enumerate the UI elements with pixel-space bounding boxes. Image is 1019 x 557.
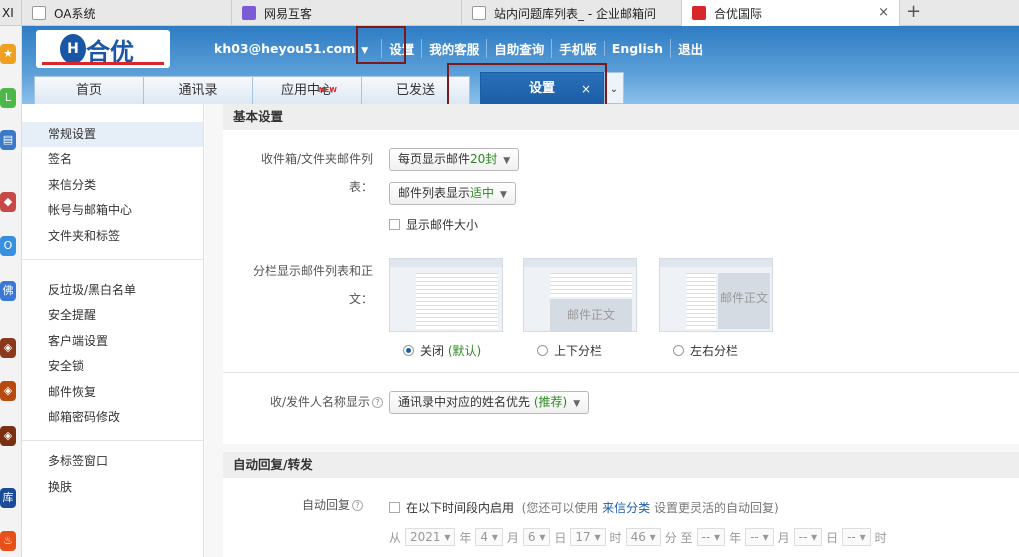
show-size-checkbox[interactable]: 显示邮件大小 <box>389 216 478 233</box>
game-icon[interactable]: ◈ <box>0 338 16 358</box>
nav-logout[interactable]: 退出 <box>670 38 710 58</box>
document-icon[interactable]: ▤ <box>0 130 16 150</box>
settings-sidebar: 常规设置 签名 来信分类 帐号与邮箱中心 文件夹和标签 反垃圾/黑白名单 安全提… <box>22 104 204 557</box>
left-app-strip: ★ L ▤ ◆ O 佛 ◈ ◈ ◈ 库 ♨ <box>0 26 22 557</box>
logo: H 合优 <box>36 30 170 68</box>
new-tab-button[interactable]: + <box>906 1 921 22</box>
sender-label: 收/发件人名称显示? <box>223 389 383 415</box>
auto-reply-time-range: 从 2021 ▾ 年 4 ▾ 月 6 ▾ 日 17 ▾ 时 46 ▾ 分 至 -- ▾ 年 … <box>389 528 887 546</box>
auto-reply-label: 自动回复? <box>223 492 363 518</box>
game-icon[interactable]: ◈ <box>0 381 16 401</box>
sidebar-group: 多标签窗口 换肤 <box>22 441 203 510</box>
sidebar-item-accounts[interactable]: 帐号与邮箱中心 <box>22 198 203 223</box>
browser-tab-heyou[interactable]: 合优国际 × <box>682 0 900 26</box>
chevron-down-icon: ▼ <box>573 399 581 409</box>
page-icon <box>472 6 486 20</box>
sidebar-item-skin[interactable]: 换肤 <box>22 475 203 500</box>
basic-settings-panel: 基本设置 收件箱/文件夹邮件列 表： 每页显示邮件20封 ▼ 邮件列表显示适中 ▼ … <box>223 104 1019 444</box>
split-label: 分栏显示邮件列表和正 <box>252 264 373 278</box>
start-year-select[interactable]: 2021 ▾ <box>405 528 456 546</box>
split-horizontal-radio[interactable]: 左右分栏 <box>673 342 738 359</box>
sidebar-item-general[interactable]: 常规设置 <box>22 122 203 148</box>
start-hour-select[interactable]: 17 ▾ <box>570 528 606 546</box>
split-label: 文： <box>348 292 373 306</box>
tab-apps[interactable]: 应用中心 NEW <box>252 76 361 104</box>
nav-english[interactable]: English <box>603 40 670 56</box>
help-icon[interactable]: ? <box>372 397 383 408</box>
mail-rules-link[interactable]: 来信分类 <box>602 499 650 516</box>
sidebar-item-mail-rules[interactable]: 来信分类 <box>22 173 203 198</box>
preview-no-split[interactable] <box>389 258 503 332</box>
split-off-radio[interactable]: 关闭 (默认) <box>403 342 481 359</box>
start-day-select[interactable]: 6 ▾ <box>522 528 551 546</box>
page-icon <box>32 6 46 20</box>
edge-tab-fragment[interactable]: XI <box>0 0 22 26</box>
start-minute-select[interactable]: 46 ▾ <box>625 528 661 546</box>
fo-app-icon[interactable]: 佛 <box>0 281 16 301</box>
per-page-select[interactable]: 每页显示邮件20封 ▼ <box>389 148 520 171</box>
o-app-icon[interactable]: O <box>0 236 16 256</box>
browser-tab-oa[interactable]: OA系统 <box>22 0 232 26</box>
star-icon[interactable]: ★ <box>0 44 16 64</box>
sidebar-item-signature[interactable]: 签名 <box>22 147 203 172</box>
chevron-down-icon: ▼ <box>503 156 511 166</box>
split-vertical-radio[interactable]: 上下分栏 <box>537 342 602 359</box>
ku-app-icon[interactable]: 库 <box>0 488 16 508</box>
line-app-icon[interactable]: L <box>0 88 16 108</box>
hooke-icon <box>242 6 256 20</box>
auto-reply-panel: 自动回复/转发 自动回复? 在以下时间段内启用 (您还可以使用 来信分类 设置更… <box>223 452 1019 557</box>
auto-reply-enable-checkbox[interactable]: 在以下时间段内启用 (您还可以使用 来信分类 设置更灵活的自动回复) <box>389 499 779 516</box>
sidebar-item-folders[interactable]: 文件夹和标签 <box>22 224 203 249</box>
list-density-select[interactable]: 邮件列表显示适中 ▼ <box>389 182 516 205</box>
end-hour-select[interactable]: -- ▾ <box>842 528 871 546</box>
new-badge: NEW <box>318 86 337 94</box>
tab-more-dropdown[interactable]: ⌄ <box>604 72 624 104</box>
nav-self-service[interactable]: 自助查询 <box>486 38 551 58</box>
sidebar-item-mail-recovery[interactable]: 邮件恢复 <box>22 380 203 405</box>
sidebar-item-security-alert[interactable]: 安全提醒 <box>22 303 203 328</box>
end-day-select[interactable]: -- ▾ <box>793 528 823 546</box>
nav-mobile[interactable]: 手机版 <box>551 38 604 58</box>
sidebar-item-security-lock[interactable]: 安全锁 <box>22 354 203 379</box>
settings-main: 基本设置 收件箱/文件夹邮件列 表： 每页显示邮件20封 ▼ 邮件列表显示适中 ▼ … <box>205 104 1019 557</box>
sidebar-group: 反垃圾/黑白名单 安全提醒 客户端设置 安全锁 邮件恢复 邮箱密码修改 <box>22 260 203 442</box>
pin-icon[interactable]: ◆ <box>0 192 16 212</box>
end-year-select[interactable]: -- ▾ <box>696 528 726 546</box>
section-title: 自动回复/转发 <box>223 452 1019 478</box>
top-nav: kh03@heyou51.com ▼ 设置 我的客服 自助查询 手机版 Engli… <box>207 38 710 58</box>
mail-at-icon <box>692 6 706 20</box>
highlight-box <box>356 26 406 64</box>
sidebar-item-multi-tab[interactable]: 多标签窗口 <box>22 449 203 474</box>
sidebar-item-antispam[interactable]: 反垃圾/黑白名单 <box>22 278 203 303</box>
help-icon[interactable]: ? <box>352 500 363 511</box>
browser-tab-question-list[interactable]: 站内问题库列表_ - 企业邮箱问 <box>462 0 682 26</box>
chevron-down-icon: ▼ <box>500 190 507 200</box>
close-tab-icon[interactable]: × <box>878 5 889 20</box>
section-title: 基本设置 <box>223 104 1019 130</box>
list-label: 表： <box>348 180 373 194</box>
start-month-select[interactable]: 4 ▾ <box>475 528 503 546</box>
sender-display-select[interactable]: 通讯录中对应的姓名优先 (推荐) ▼ <box>389 391 590 414</box>
highlight-box <box>447 63 607 108</box>
list-label: 收件箱/文件夹邮件列 <box>260 152 373 166</box>
sidebar-item-client[interactable]: 客户端设置 <box>22 329 203 354</box>
nav-customer-service[interactable]: 我的客服 <box>421 38 486 58</box>
browser-tab-hooke[interactable]: 网易互客 <box>232 0 462 26</box>
browser-tab-bar: XI OA系统 网易互客 站内问题库列表_ - 企业邮箱问 合优国际 × + <box>0 0 1019 26</box>
tab-contacts[interactable]: 通讯录 <box>143 76 252 104</box>
fire-icon[interactable]: ♨ <box>0 531 16 551</box>
game-icon[interactable]: ◈ <box>0 426 16 446</box>
sidebar-group: 常规设置 签名 来信分类 帐号与邮箱中心 文件夹和标签 <box>22 104 203 260</box>
end-month-select[interactable]: -- ▾ <box>745 528 774 546</box>
preview-horizontal-split[interactable]: 邮件正文 <box>659 258 773 332</box>
sidebar-item-password[interactable]: 邮箱密码修改 <box>22 405 203 430</box>
user-email-menu[interactable]: kh03@heyou51.com ▼ <box>207 41 375 56</box>
logo-mark: H <box>60 34 86 64</box>
tab-home[interactable]: 首页 <box>34 76 143 104</box>
preview-vertical-split[interactable]: 邮件正文 <box>523 258 637 332</box>
